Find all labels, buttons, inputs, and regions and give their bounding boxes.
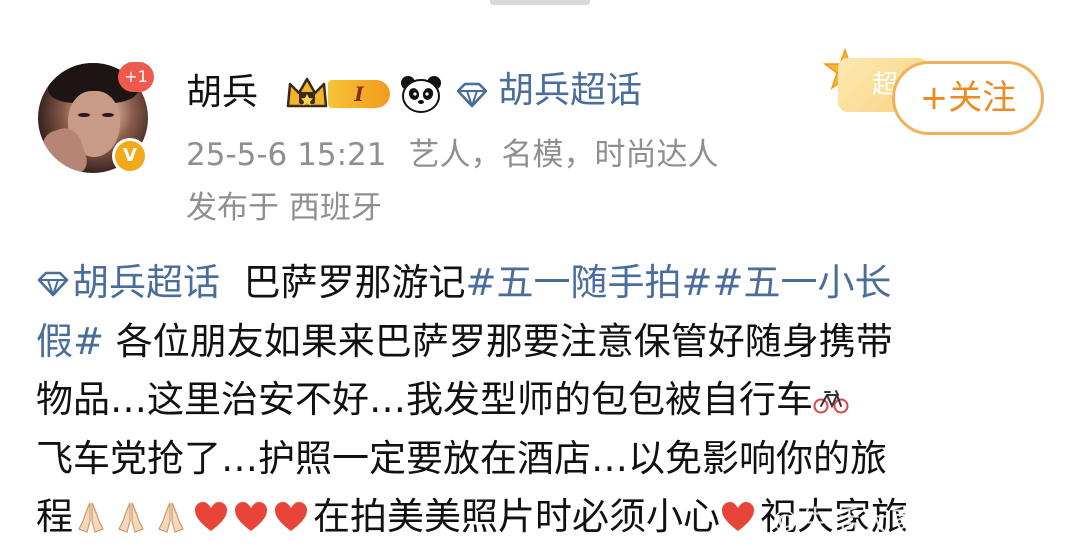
post-line-1: 胡兵超话 巴萨罗那游记#五一随手拍##五一小长 <box>36 254 1046 313</box>
post-text: 飞车党抢了…护照一定要放在酒店…以免影响你的旅 <box>36 436 887 480</box>
verified-v-icon: V <box>115 141 145 171</box>
follow-button[interactable]: +关注 <box>892 61 1044 135</box>
post-text: 在拍美美照片时必须小心 <box>313 495 720 538</box>
username[interactable]: 胡兵 <box>186 70 258 116</box>
pray-emoji-icon <box>73 499 109 535</box>
notification-badge: +1 <box>118 62 154 92</box>
post-text: 巴萨罗那游记 <box>220 261 466 304</box>
post-text: 程 <box>36 495 73 538</box>
heart-emoji-icon <box>720 499 756 535</box>
post-text: 各位朋友如果来巴萨罗那要注意保管好随身携带 <box>104 319 893 363</box>
diamond-icon <box>37 271 69 297</box>
drag-handle <box>490 0 590 5</box>
watermark: ©生活大家旅 <box>770 505 950 540</box>
post-line-3: 物品…这里治安不好…我发型师的包包被自行车 <box>36 371 1046 430</box>
post-line-2: 假# 各位朋友如果来巴萨罗那要注意保管好随身携带 <box>36 313 1046 372</box>
post-timestamp: 25-5-6 15:21 <box>186 137 387 173</box>
verified-badge: V <box>112 138 148 174</box>
diamond-icon <box>456 82 488 108</box>
heart-emoji-icon <box>193 499 229 535</box>
post-text: 物品…这里治安不好…我发型师的包包被自行车 <box>36 378 813 421</box>
post-meta: 25-5-6 15:21 艺人，名模，时尚达人 <box>186 134 718 176</box>
supertopic-inline-link[interactable]: 胡兵超话 <box>36 261 220 304</box>
supertopic-link[interactable]: 胡兵超话 <box>498 68 642 114</box>
hashtag-link-continued[interactable]: 假# <box>36 320 104 363</box>
post-location: 发布于 西班牙 <box>186 190 382 226</box>
user-bio: 艺人，名模，时尚达人 <box>408 137 719 173</box>
panda-icon <box>401 76 441 113</box>
hashtag-link[interactable]: #五一小长 <box>713 261 892 304</box>
level-badge[interactable]: I <box>328 80 390 108</box>
pray-emoji-icon <box>153 499 189 535</box>
post-line-4: 飞车党抢了…护照一定要放在酒店…以免影响你的旅 <box>36 430 1046 489</box>
pray-emoji-icon <box>113 499 149 535</box>
crown-icon <box>286 77 328 108</box>
bicycle-emoji-icon <box>813 382 849 418</box>
supertopic-inline-label: 胡兵超话 <box>72 261 220 304</box>
hashtag-link[interactable]: #五一随手拍# <box>466 261 713 304</box>
heart-emoji-icon <box>233 499 269 535</box>
heart-emoji-icon <box>273 499 309 535</box>
